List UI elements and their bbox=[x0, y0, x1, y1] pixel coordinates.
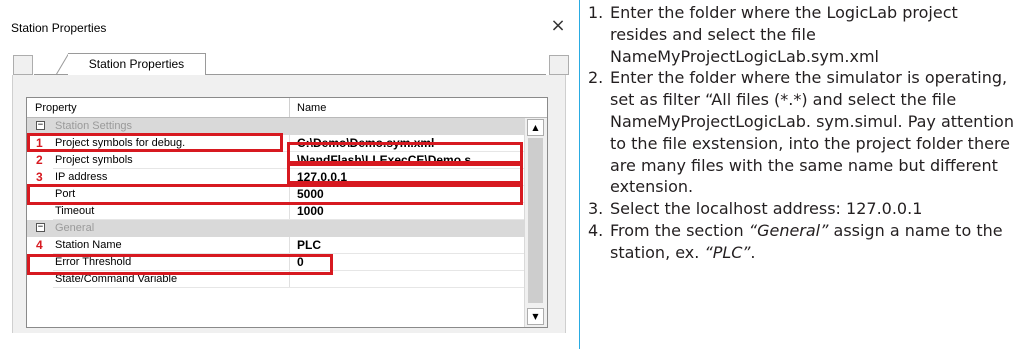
property-value[interactable]: PLC bbox=[297, 238, 522, 252]
instruction-step: 2. Enter the folder where the simulator … bbox=[588, 67, 1020, 198]
step-number: 3. bbox=[588, 199, 604, 219]
property-row-ip-address[interactable]: 3 IP address 127.0.0.1 bbox=[27, 169, 524, 186]
property-label: Timeout bbox=[55, 205, 95, 217]
instruction-step: 1. Enter the folder where the LogicLab p… bbox=[588, 2, 1020, 67]
property-label: IP address bbox=[55, 171, 108, 183]
column-header-property[interactable]: Property bbox=[35, 102, 77, 114]
step-number: 4. bbox=[588, 220, 604, 240]
tab-scroll-left-button[interactable] bbox=[13, 55, 33, 75]
scroll-down-icon[interactable]: ▼ bbox=[527, 308, 544, 325]
step-text: Select the localhost address: 127.0.0.1 bbox=[610, 199, 923, 219]
property-row-state-command[interactable]: State/Command Variable bbox=[27, 271, 524, 288]
scroll-up-icon[interactable]: ▲ bbox=[527, 119, 544, 136]
property-row-symbols-debug[interactable]: 1 Project symbols for debug. C:\Demo\Dem… bbox=[27, 135, 524, 152]
cell-divider bbox=[289, 169, 290, 186]
category-station-settings[interactable]: − Station Settings bbox=[27, 118, 524, 135]
cell-divider bbox=[289, 254, 290, 271]
vertical-scrollbar[interactable]: ▲ ▼ bbox=[524, 118, 547, 327]
callout-number: 4 bbox=[36, 238, 43, 252]
property-grid: Property Name − Station Settings 1 Proje… bbox=[26, 97, 548, 328]
tab-scroll-right-button[interactable] bbox=[549, 55, 569, 75]
instruction-step: 3. Select the localhost address: 127.0.0… bbox=[588, 198, 1020, 220]
cell-divider bbox=[289, 237, 290, 254]
category-label: Station Settings bbox=[55, 120, 133, 132]
category-label: General bbox=[55, 222, 95, 234]
scroll-thumb[interactable] bbox=[528, 138, 543, 303]
collapse-icon[interactable]: − bbox=[36, 223, 45, 232]
property-label: Project symbols bbox=[55, 154, 133, 166]
property-value[interactable]: 5000 bbox=[297, 187, 522, 201]
instructions-list: 1. Enter the folder where the LogicLab p… bbox=[588, 2, 1020, 264]
cell-divider bbox=[289, 152, 290, 169]
step-text-emphasis: “PLC” bbox=[704, 242, 751, 262]
callout-number: 1 bbox=[36, 136, 43, 150]
row-divider bbox=[53, 287, 524, 288]
property-value[interactable]: 127.0.0.1 bbox=[297, 170, 522, 184]
step-number: 1. bbox=[588, 3, 604, 22]
step-number: 2. bbox=[588, 68, 604, 88]
property-label: Error Threshold bbox=[55, 256, 132, 268]
property-row-timeout[interactable]: Timeout 1000 bbox=[27, 203, 524, 220]
callout-number: 2 bbox=[36, 153, 43, 167]
property-label: Station Name bbox=[55, 239, 122, 251]
column-separator bbox=[579, 0, 580, 349]
property-row-port[interactable]: Port 5000 bbox=[27, 186, 524, 203]
station-properties-dialog: Station Properties × Station Properties … bbox=[0, 0, 576, 349]
collapse-icon[interactable]: − bbox=[36, 121, 45, 130]
tab-station-properties[interactable]: Station Properties bbox=[68, 53, 206, 75]
property-value[interactable]: 0 bbox=[297, 255, 522, 269]
property-row-station-name[interactable]: 4 Station Name PLC bbox=[27, 237, 524, 254]
cell-divider bbox=[289, 271, 290, 288]
property-label: State/Command Variable bbox=[55, 273, 178, 285]
grid-header: Property Name bbox=[27, 98, 547, 118]
property-label: Port bbox=[55, 188, 76, 200]
step-text: From the section bbox=[610, 220, 749, 240]
close-icon[interactable]: × bbox=[547, 15, 569, 37]
column-divider[interactable] bbox=[289, 98, 290, 117]
property-value[interactable]: 1000 bbox=[297, 204, 522, 218]
cell-divider bbox=[289, 135, 290, 152]
property-label: Project symbols for debug. bbox=[55, 137, 186, 149]
cell-divider bbox=[289, 203, 290, 220]
step-text-emphasis: “General” bbox=[748, 220, 829, 240]
step-text: Enter the folder where the simulator is … bbox=[610, 68, 1014, 197]
dialog-title: Station Properties bbox=[11, 21, 107, 35]
cell-divider bbox=[289, 186, 290, 203]
callout-number: 3 bbox=[36, 170, 43, 184]
column-header-name[interactable]: Name bbox=[297, 102, 326, 114]
property-value[interactable]: \NandFlash\LLExecCE\Demo.s... bbox=[297, 153, 522, 167]
category-general[interactable]: − General bbox=[27, 220, 524, 237]
step-text: Enter the folder where the LogicLab proj… bbox=[610, 3, 958, 66]
instruction-step: 4. From the section “General” assign a n… bbox=[588, 220, 1020, 264]
property-row-error-threshold[interactable]: Error Threshold 0 bbox=[27, 254, 524, 271]
property-row-symbols[interactable]: 2 Project symbols \NandFlash\LLExecCE\De… bbox=[27, 152, 524, 169]
step-text: . bbox=[750, 242, 756, 262]
property-value[interactable]: C:\Demo\Demo.sym.xml bbox=[297, 136, 522, 150]
